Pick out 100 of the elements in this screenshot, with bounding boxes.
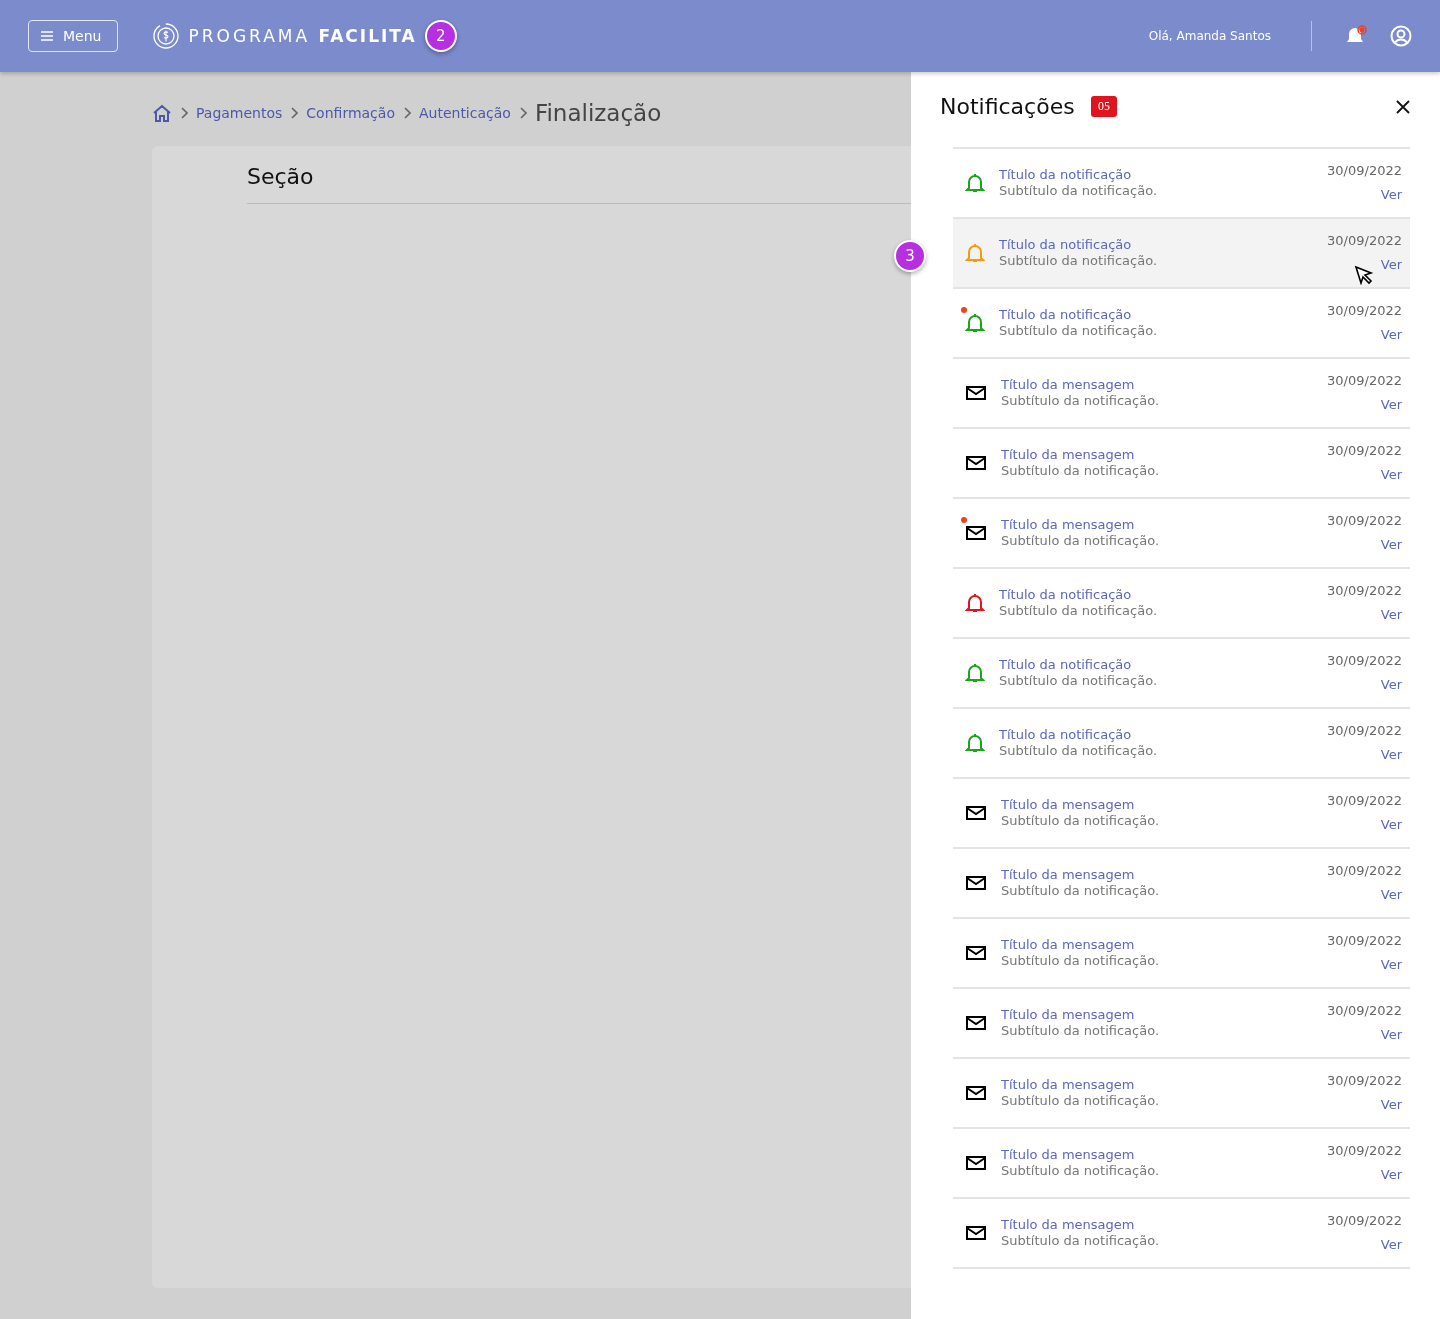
logo-text: PROGRAMA FACILITA xyxy=(188,26,417,46)
notification-date: 30/09/2022 xyxy=(1327,582,1402,600)
view-link[interactable]: Ver xyxy=(1380,1166,1402,1184)
notification-title: Título da notificação xyxy=(999,167,1133,183)
step-marker: 3 xyxy=(894,240,926,272)
notification-date: 30/09/2022 xyxy=(1327,862,1402,880)
notification-item[interactable]: Título da mensagem Subtítulo da notificação. 30/09/2022 Ver xyxy=(953,849,1410,919)
breadcrumb-link[interactable]: Pagamentos xyxy=(196,105,283,121)
notification-subtitle: Subtítulo da notificação. xyxy=(1001,533,1159,549)
notification-subtitle: Subtítulo da notificação. xyxy=(1001,1233,1159,1249)
cursor-icon xyxy=(1354,265,1374,285)
notification-subtitle: Subtítulo da notificação. xyxy=(999,743,1157,759)
notification-title: Título da mensagem xyxy=(1001,937,1136,953)
envelope-icon xyxy=(965,524,987,542)
notification-item[interactable]: Título da notificação Subtítulo da notificação. 30/09/2022 Ver xyxy=(953,709,1410,779)
view-link[interactable]: Ver xyxy=(1380,676,1402,694)
notification-subtitle: Subtítulo da notificação. xyxy=(999,253,1157,269)
notification-item[interactable]: Título da mensagem Subtítulo da notificação. 30/09/2022 Ver xyxy=(953,989,1410,1059)
envelope-icon xyxy=(965,1154,987,1172)
view-link[interactable]: Ver xyxy=(1380,1026,1402,1044)
notification-item[interactable]: Título da notificação Subtítulo da notificação. 30/09/2022 Ver xyxy=(953,219,1410,289)
view-link[interactable]: Ver xyxy=(1380,746,1402,764)
view-link[interactable]: Ver xyxy=(1380,1236,1402,1254)
notification-subtitle: Subtítulo da notificação. xyxy=(1001,883,1159,899)
notification-item[interactable]: Título da notificação Subtítulo da notificação. 30/09/2022 Ver xyxy=(953,569,1410,639)
notification-date: 30/09/2022 xyxy=(1327,792,1402,810)
greeting-text: Olá, Amanda Santos xyxy=(1148,29,1271,43)
notification-title: Título da mensagem xyxy=(1001,447,1136,463)
notification-date: 30/09/2022 xyxy=(1327,722,1402,740)
notification-item[interactable]: Título da mensagem Subtítulo da notificação. 30/09/2022 Ver xyxy=(953,919,1410,989)
chevron-right-icon xyxy=(402,107,411,119)
view-link[interactable]: Ver xyxy=(1380,186,1402,204)
menu-icon xyxy=(41,31,53,41)
notification-date: 30/09/2022 xyxy=(1327,1212,1402,1230)
notification-title: Título da mensagem xyxy=(1001,377,1136,393)
notification-subtitle: Subtítulo da notificação. xyxy=(999,323,1157,339)
envelope-icon xyxy=(965,1084,987,1102)
view-link[interactable]: Ver xyxy=(1380,956,1402,974)
view-link[interactable]: Ver xyxy=(1380,886,1402,904)
view-link[interactable]: Ver xyxy=(1380,396,1402,414)
view-link[interactable]: Ver xyxy=(1380,466,1402,484)
envelope-icon xyxy=(965,1224,987,1242)
envelope-icon xyxy=(965,804,987,822)
notification-date: 30/09/2022 xyxy=(1327,1142,1402,1160)
envelope-icon xyxy=(965,384,987,402)
notification-item[interactable]: Título da notificação Subtítulo da notificação. 30/09/2022 Ver xyxy=(953,639,1410,709)
envelope-icon xyxy=(965,944,987,962)
notification-title: Título da mensagem xyxy=(1001,1147,1136,1163)
notification-title: Título da notificação xyxy=(999,587,1133,603)
envelope-icon xyxy=(965,1014,987,1032)
breadcrumb-link[interactable]: Confirmação xyxy=(306,105,395,121)
view-link[interactable]: Ver xyxy=(1380,816,1402,834)
notification-title: Título da mensagem xyxy=(1001,517,1136,533)
count-badge: 05 xyxy=(1090,96,1118,117)
current-page-title: Finalização xyxy=(534,100,662,126)
notification-title: Título da notificação xyxy=(999,237,1133,253)
notification-subtitle: Subtítulo da notificação. xyxy=(1001,463,1159,479)
notification-date: 30/09/2022 xyxy=(1327,372,1402,390)
notification-subtitle: Subtítulo da notificação. xyxy=(1001,1093,1159,1109)
notification-title: Título da mensagem xyxy=(1001,1007,1136,1023)
view-link[interactable]: Ver xyxy=(1380,326,1402,344)
user-avatar-icon[interactable] xyxy=(1390,25,1412,47)
notification-subtitle: Subtítulo da notificação. xyxy=(1001,953,1159,969)
notification-title: Título da mensagem xyxy=(1001,867,1136,883)
breadcrumb-link[interactable]: Autenticação xyxy=(418,105,511,121)
notification-date: 30/09/2022 xyxy=(1327,1072,1402,1090)
panel-title: Notificações xyxy=(940,94,1075,119)
home-icon[interactable] xyxy=(152,104,172,122)
notification-date: 30/09/2022 xyxy=(1327,932,1402,950)
notification-item[interactable]: Título da mensagem Subtítulo da notificação. 30/09/2022 Ver xyxy=(953,499,1410,569)
notification-subtitle: Subtítulo da notificação. xyxy=(999,183,1157,199)
close-icon[interactable] xyxy=(1396,99,1410,114)
chevron-right-icon xyxy=(518,107,527,119)
view-link[interactable]: Ver xyxy=(1380,1096,1402,1114)
notification-title: Título da notificação xyxy=(999,727,1133,743)
notification-date: 30/09/2022 xyxy=(1327,442,1402,460)
notification-item[interactable]: Título da mensagem Subtítulo da notificação. 30/09/2022 Ver xyxy=(953,1129,1410,1199)
notification-subtitle: Subtítulo da notificação. xyxy=(1001,1023,1159,1039)
notification-title: Título da mensagem xyxy=(1001,1077,1136,1093)
notification-subtitle: Subtítulo da notificação. xyxy=(1001,393,1159,409)
view-link[interactable]: Ver xyxy=(1380,256,1402,274)
section-title: Seção xyxy=(247,164,911,204)
notification-subtitle: Subtítulo da notificação. xyxy=(999,673,1157,689)
notification-item[interactable]: Título da mensagem Subtítulo da notificação. 30/09/2022 Ver xyxy=(953,779,1410,849)
notification-item[interactable]: Título da mensagem Subtítulo da notificação. 30/09/2022 Ver xyxy=(953,429,1410,499)
notification-item[interactable]: Título da mensagem Subtítulo da notificação. 30/09/2022 Ver xyxy=(953,1059,1410,1129)
notification-item[interactable]: Título da mensagem Subtítulo da notificação. 30/09/2022 Ver xyxy=(953,359,1410,429)
chevron-right-icon xyxy=(290,107,299,119)
menu-button[interactable]: Menu xyxy=(28,20,119,52)
notification-title: Título da notificação xyxy=(999,307,1133,323)
notification-title: Título da notificação xyxy=(999,657,1133,673)
notification-date: 30/09/2022 xyxy=(1327,1002,1402,1020)
notification-item[interactable]: Título da notificação Subtítulo da notificação. 30/09/2022 Ver xyxy=(953,289,1410,359)
notification-title: Título da mensagem xyxy=(1001,1217,1136,1233)
notification-item[interactable]: Título da mensagem Subtítulo da notificação. 30/09/2022 Ver xyxy=(953,1199,1410,1269)
chevron-right-icon xyxy=(180,107,188,119)
view-link[interactable]: Ver xyxy=(1380,606,1402,624)
notification-subtitle: Subtítulo da notificação. xyxy=(1001,1163,1159,1179)
view-link[interactable]: Ver xyxy=(1380,536,1402,554)
notification-date: 30/09/2022 xyxy=(1327,652,1402,670)
